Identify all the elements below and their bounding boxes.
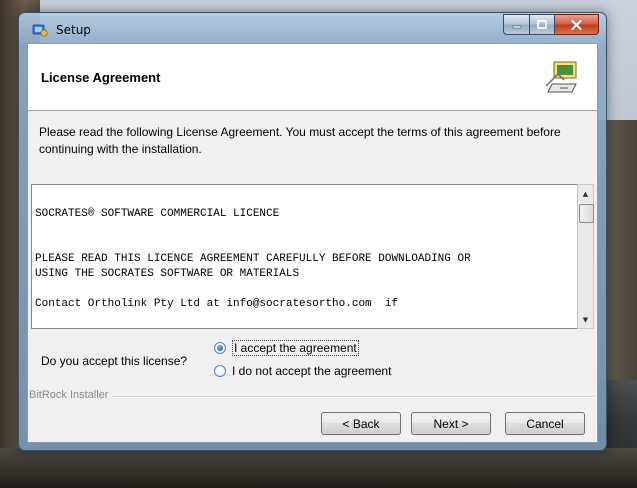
scroll-down-arrow-icon[interactable]: ▼ <box>578 311 593 328</box>
setup-window: Setup License Agreement Please read the … <box>18 12 607 451</box>
desktop-landscape <box>0 448 637 488</box>
setup-app-icon <box>32 24 48 37</box>
minimize-icon <box>512 25 521 28</box>
decline-option[interactable]: I do not accept the agreement <box>214 364 391 378</box>
accept-option[interactable]: I accept the agreement <box>214 340 359 356</box>
cancel-button[interactable]: Cancel <box>505 412 585 435</box>
installer-brand-label: BitRock Installer <box>29 389 113 401</box>
page-header: License Agreement <box>28 44 597 111</box>
maximize-icon <box>537 20 547 29</box>
maximize-button[interactable] <box>530 14 555 35</box>
next-button[interactable]: Next > <box>411 412 491 435</box>
accept-label[interactable]: I accept the agreement <box>232 340 359 356</box>
bitrock-installer-logo-icon <box>545 61 577 93</box>
decline-label[interactable]: I do not accept the agreement <box>232 364 391 378</box>
decline-radio[interactable] <box>214 365 226 377</box>
license-scrollbar[interactable]: ▲ ▼ <box>577 184 594 329</box>
scroll-up-arrow-icon[interactable]: ▲ <box>578 185 593 202</box>
accept-question: Do you accept this license? <box>41 354 188 368</box>
close-button[interactable] <box>555 14 599 35</box>
accept-radio[interactable] <box>214 342 226 354</box>
footer-divider <box>29 396 594 398</box>
page-title: License Agreement <box>41 70 161 85</box>
window-title: Setup <box>56 23 91 37</box>
scroll-thumb[interactable] <box>579 204 594 223</box>
intro-text: Please read the following License Agreem… <box>39 125 561 156</box>
minimize-button[interactable] <box>503 14 530 35</box>
title-bar[interactable]: Setup <box>19 13 606 43</box>
license-text: SOCRATES® SOFTWARE COMMERCIAL LICENCE PL… <box>35 208 471 310</box>
close-icon <box>571 19 582 30</box>
installer-client-area: License Agreement Please read the follow… <box>27 43 598 443</box>
license-text-box[interactable]: SOCRATES® SOFTWARE COMMERCIAL LICENCE PL… <box>31 184 578 329</box>
back-button[interactable]: < Back <box>321 412 401 435</box>
